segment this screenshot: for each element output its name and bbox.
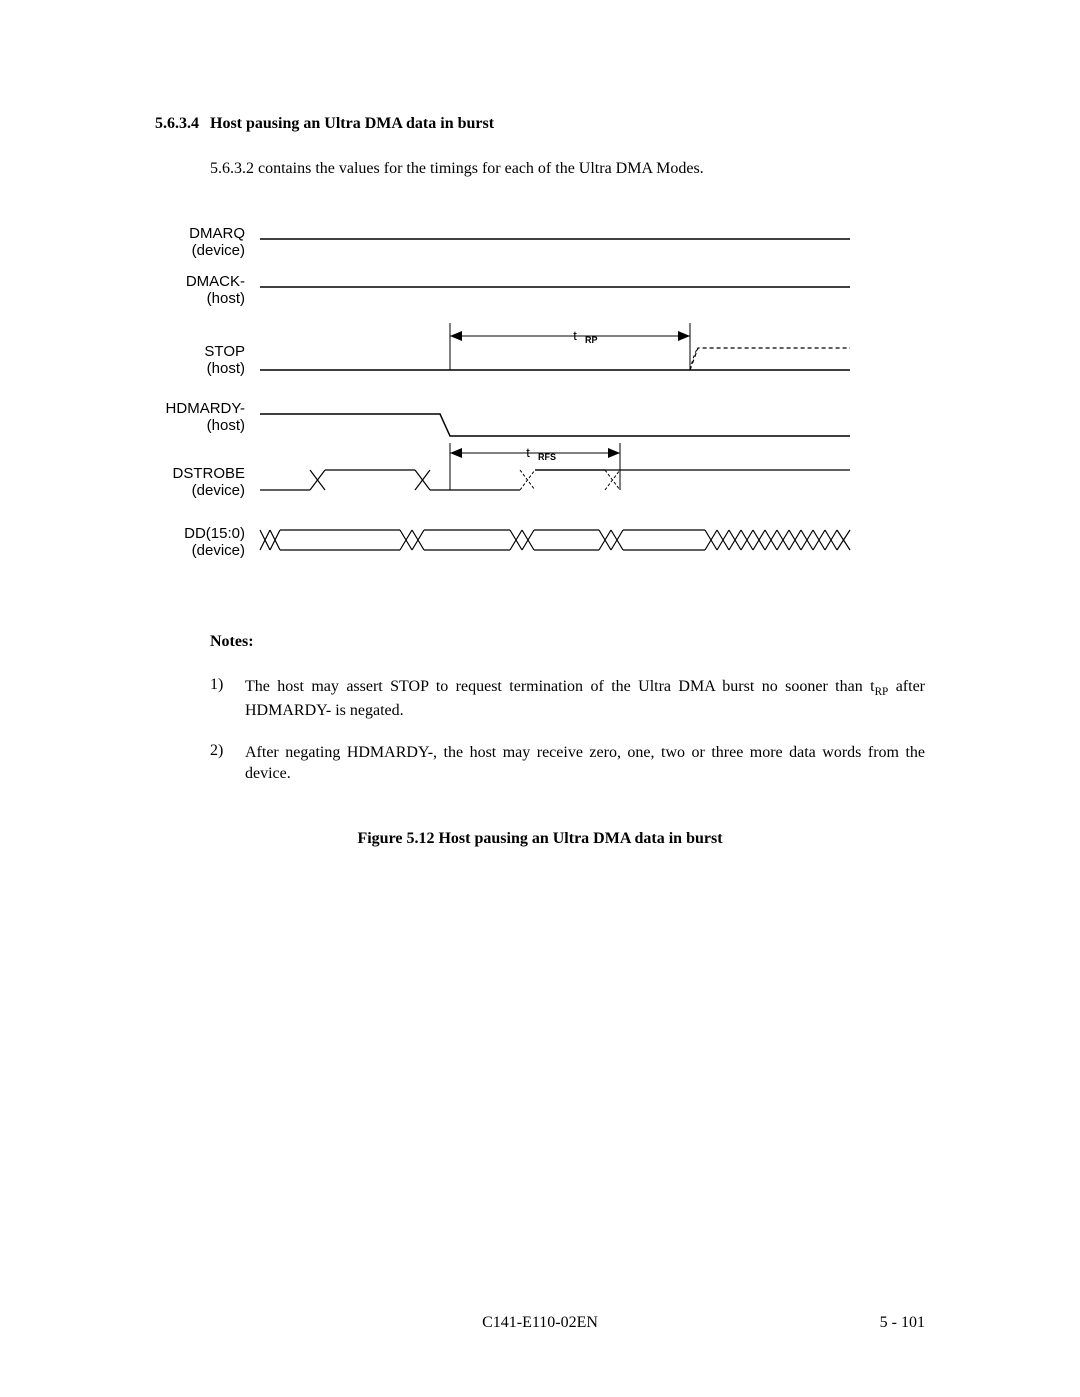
svg-text:RFS: RFS <box>538 452 556 462</box>
section-title: Host pausing an Ultra DMA data in burst <box>210 115 494 132</box>
svg-text:(host): (host) <box>207 290 245 307</box>
note-text: After negating HDMARDY-, the host may re… <box>245 742 925 785</box>
intro-text: 5.6.3.2 contains the values for the timi… <box>210 160 925 178</box>
note-number: 2) <box>210 742 245 785</box>
page-content: 5.6.3.4Host pausing an Ultra DMA data in… <box>0 0 1080 848</box>
figure-caption: Figure 5.12 Host pausing an Ultra DMA da… <box>155 830 925 848</box>
footer-doc-id: C141-E110-02EN <box>482 1314 598 1332</box>
svg-text:DD(15:0): DD(15:0) <box>184 525 245 542</box>
notes-heading: Notes: <box>210 633 925 651</box>
svg-text:STOP: STOP <box>204 343 245 360</box>
svg-text:t: t <box>573 328 577 343</box>
notes-list: 1) The host may assert STOP to request t… <box>210 676 925 785</box>
svg-text:(device): (device) <box>192 242 245 259</box>
svg-text:DSTROBE: DSTROBE <box>172 465 245 482</box>
svg-text:RP: RP <box>585 335 598 345</box>
svg-text:(host): (host) <box>207 360 245 377</box>
svg-text:(device): (device) <box>192 482 245 499</box>
page-footer: C141-E110-02EN 5 - 101 <box>0 1314 1080 1332</box>
note-number: 1) <box>210 676 245 722</box>
footer-page-number: 5 - 101 <box>880 1314 925 1332</box>
svg-text:DMACK-: DMACK- <box>186 273 245 290</box>
svg-text:HDMARDY-: HDMARDY- <box>166 400 245 417</box>
svg-text:(host): (host) <box>207 417 245 434</box>
svg-text:t: t <box>526 445 530 460</box>
note-text: The host may assert STOP to request term… <box>245 676 925 722</box>
note-item: 1) The host may assert STOP to request t… <box>210 676 925 722</box>
svg-text:(device): (device) <box>192 542 245 559</box>
section-heading: 5.6.3.4Host pausing an Ultra DMA data in… <box>155 115 925 133</box>
note-item: 2) After negating HDMARDY-, the host may… <box>210 742 925 785</box>
timing-diagram: DMARQ (device) DMACK- (host) t RP STOP (… <box>150 218 870 593</box>
svg-text:DMARQ: DMARQ <box>189 225 245 242</box>
section-number: 5.6.3.4 <box>155 115 210 133</box>
